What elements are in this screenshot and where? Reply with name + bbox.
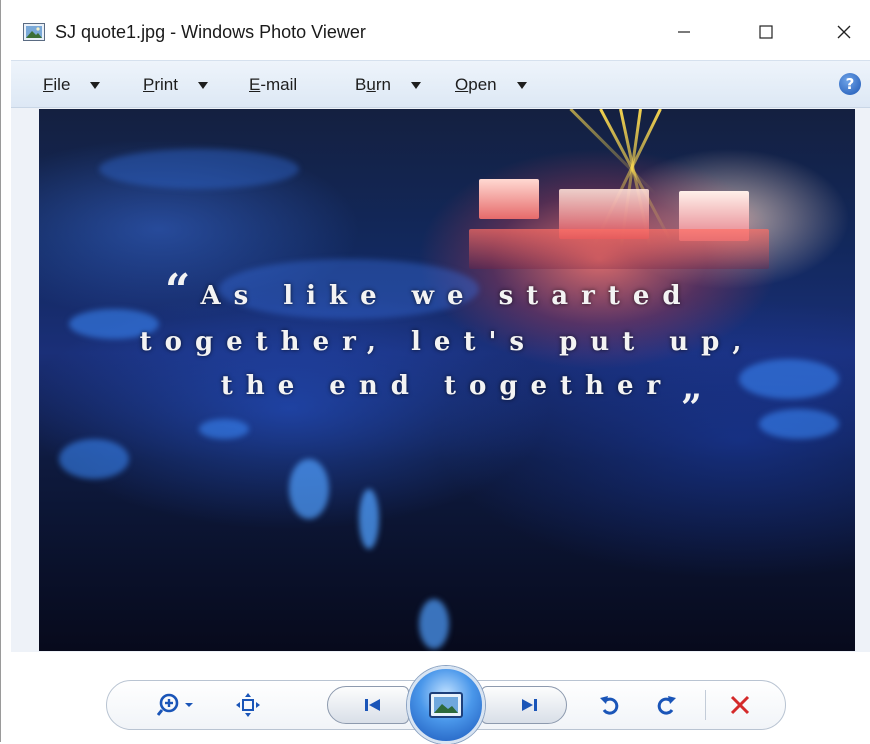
crowd-light — [289, 459, 329, 519]
print-menu[interactable]: Print — [143, 75, 208, 95]
maximize-button[interactable] — [743, 12, 789, 52]
rotate-clockwise-icon — [657, 696, 676, 715]
stage-platform — [469, 229, 769, 269]
zoom-in-icon — [157, 693, 193, 716]
previous-button[interactable] — [327, 686, 409, 724]
quote-line-3: the end together — [220, 371, 674, 401]
crowd-light — [419, 599, 449, 649]
next-button[interactable] — [481, 686, 567, 724]
concert-photo: “ As like we started together, let's put… — [39, 109, 855, 651]
print-menu-label: rint — [154, 75, 178, 94]
quote-close-mark: ” — [681, 387, 702, 429]
minimize-button[interactable] — [661, 12, 707, 52]
rotate-counterclockwise-icon — [600, 696, 619, 715]
actual-size-icon — [236, 693, 260, 717]
zoom-button[interactable] — [154, 690, 204, 720]
file-dropdown-caret-icon — [90, 81, 101, 89]
close-button[interactable] — [821, 12, 867, 52]
file-menu-label: ile — [53, 75, 71, 94]
photo-viewer-window: SJ quote1.jpg - Windows Photo Viewer Fil… — [0, 0, 870, 744]
bottom-toolbar — [11, 652, 870, 744]
stage-light-beam — [569, 109, 657, 195]
quote-line-2: together, let's put up, — [139, 327, 755, 357]
burn-menu[interactable]: Bu rn — [355, 75, 421, 95]
open-menu-accesskey: O — [455, 75, 469, 94]
help-icon[interactable]: ? — [839, 73, 861, 95]
crowd-light — [359, 489, 379, 549]
rotate-counterclockwise-button[interactable] — [595, 690, 625, 720]
delete-button[interactable] — [725, 690, 755, 720]
stage-screen — [479, 179, 539, 219]
actual-size-button[interactable] — [233, 690, 263, 720]
delete-icon — [730, 695, 750, 715]
open-menu-label: pen — [468, 75, 497, 94]
window-title: SJ quote1.jpg - Windows Photo Viewer — [55, 22, 366, 42]
crowd-light — [199, 419, 249, 439]
slideshow-icon — [429, 692, 463, 718]
open-dropdown-caret-icon — [516, 81, 527, 89]
burn-menu-label: rn — [375, 75, 391, 94]
burn-menu-accesskey: u — [366, 75, 376, 94]
next-icon — [522, 699, 537, 711]
file-menu-accesskey: F — [43, 75, 54, 94]
slideshow-button[interactable] — [407, 666, 485, 744]
burn-menu-prefix: B — [355, 75, 367, 94]
file-menu[interactable]: File — [43, 75, 101, 95]
crowd-light — [759, 409, 839, 439]
email-menu-label: -mail — [260, 75, 298, 94]
rotate-clockwise-button[interactable] — [651, 690, 681, 720]
crowd-light — [59, 439, 129, 479]
burn-dropdown-caret-icon — [410, 81, 421, 89]
crowd-light — [99, 149, 299, 189]
previous-icon — [365, 699, 380, 711]
print-menu-accesskey: P — [143, 75, 155, 94]
image-viewport[interactable]: “ As like we started together, let's put… — [11, 108, 870, 652]
email-menu[interactable]: E -mail — [249, 75, 297, 95]
open-menu[interactable]: Open — [455, 75, 527, 95]
print-dropdown-caret-icon — [197, 81, 208, 89]
email-menu-accesskey: E — [249, 75, 261, 94]
command-bar: File Print E -mail Bu rn Open ? — [11, 60, 870, 108]
photo-viewer-app-icon — [23, 23, 45, 41]
quote-line-1: As like we started — [200, 281, 694, 311]
toolbar-separator — [705, 690, 706, 720]
title-bar[interactable]: SJ quote1.jpg - Windows Photo Viewer — [1, 0, 870, 60]
